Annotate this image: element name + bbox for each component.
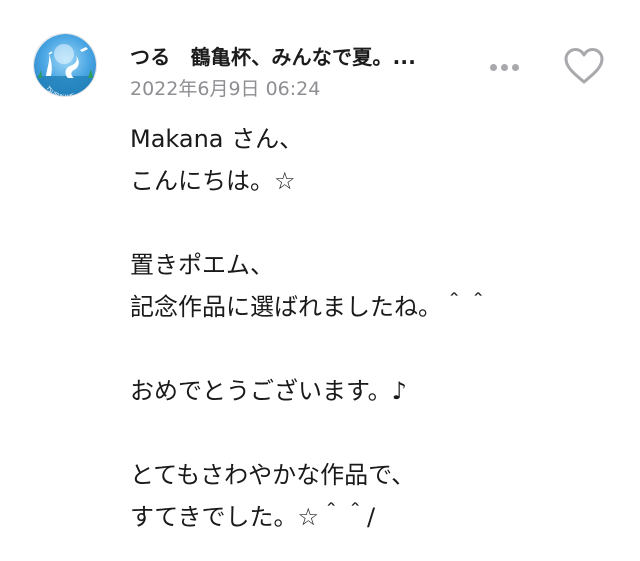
comment-line: おめでとうございます。♪ xyxy=(130,377,407,405)
comment-line: 置きポエム、 xyxy=(130,251,274,279)
more-horizontal-icon xyxy=(500,63,508,71)
comment-line: とてもさわやかな作品で、 xyxy=(130,461,416,489)
comment-body: Makana さん、 こんにちは。☆ 置きポエム、 記念作品に選ばれましたね。＾… xyxy=(130,118,610,538)
author-name[interactable]: つる 鶴亀杯、みんなで夏。... xyxy=(130,41,460,70)
like-button[interactable] xyxy=(562,46,606,86)
comment-line xyxy=(130,328,610,370)
more-horizontal-icon xyxy=(511,63,519,71)
comment-line: Makana さん、 xyxy=(130,125,304,153)
more-options-button[interactable] xyxy=(483,54,525,80)
comment-line xyxy=(130,412,610,454)
author-avatar[interactable]: TSURUKAME xyxy=(33,33,97,97)
comment-line: こんにちは。☆ xyxy=(130,167,296,195)
heart-outline-icon xyxy=(564,48,604,84)
post-date: 2022年6月9日 06:24 xyxy=(130,78,321,100)
comment-line: すてきでした。☆＾＾/ xyxy=(130,503,376,531)
comment-line xyxy=(130,202,610,244)
comment-line: 記念作品に選ばれましたね。＾＾ xyxy=(130,293,490,321)
comment-card: TSURUKAME つる 鶴亀杯、みんなで夏。... 2022年6月9日 06:… xyxy=(0,0,640,561)
more-horizontal-icon xyxy=(489,63,497,71)
